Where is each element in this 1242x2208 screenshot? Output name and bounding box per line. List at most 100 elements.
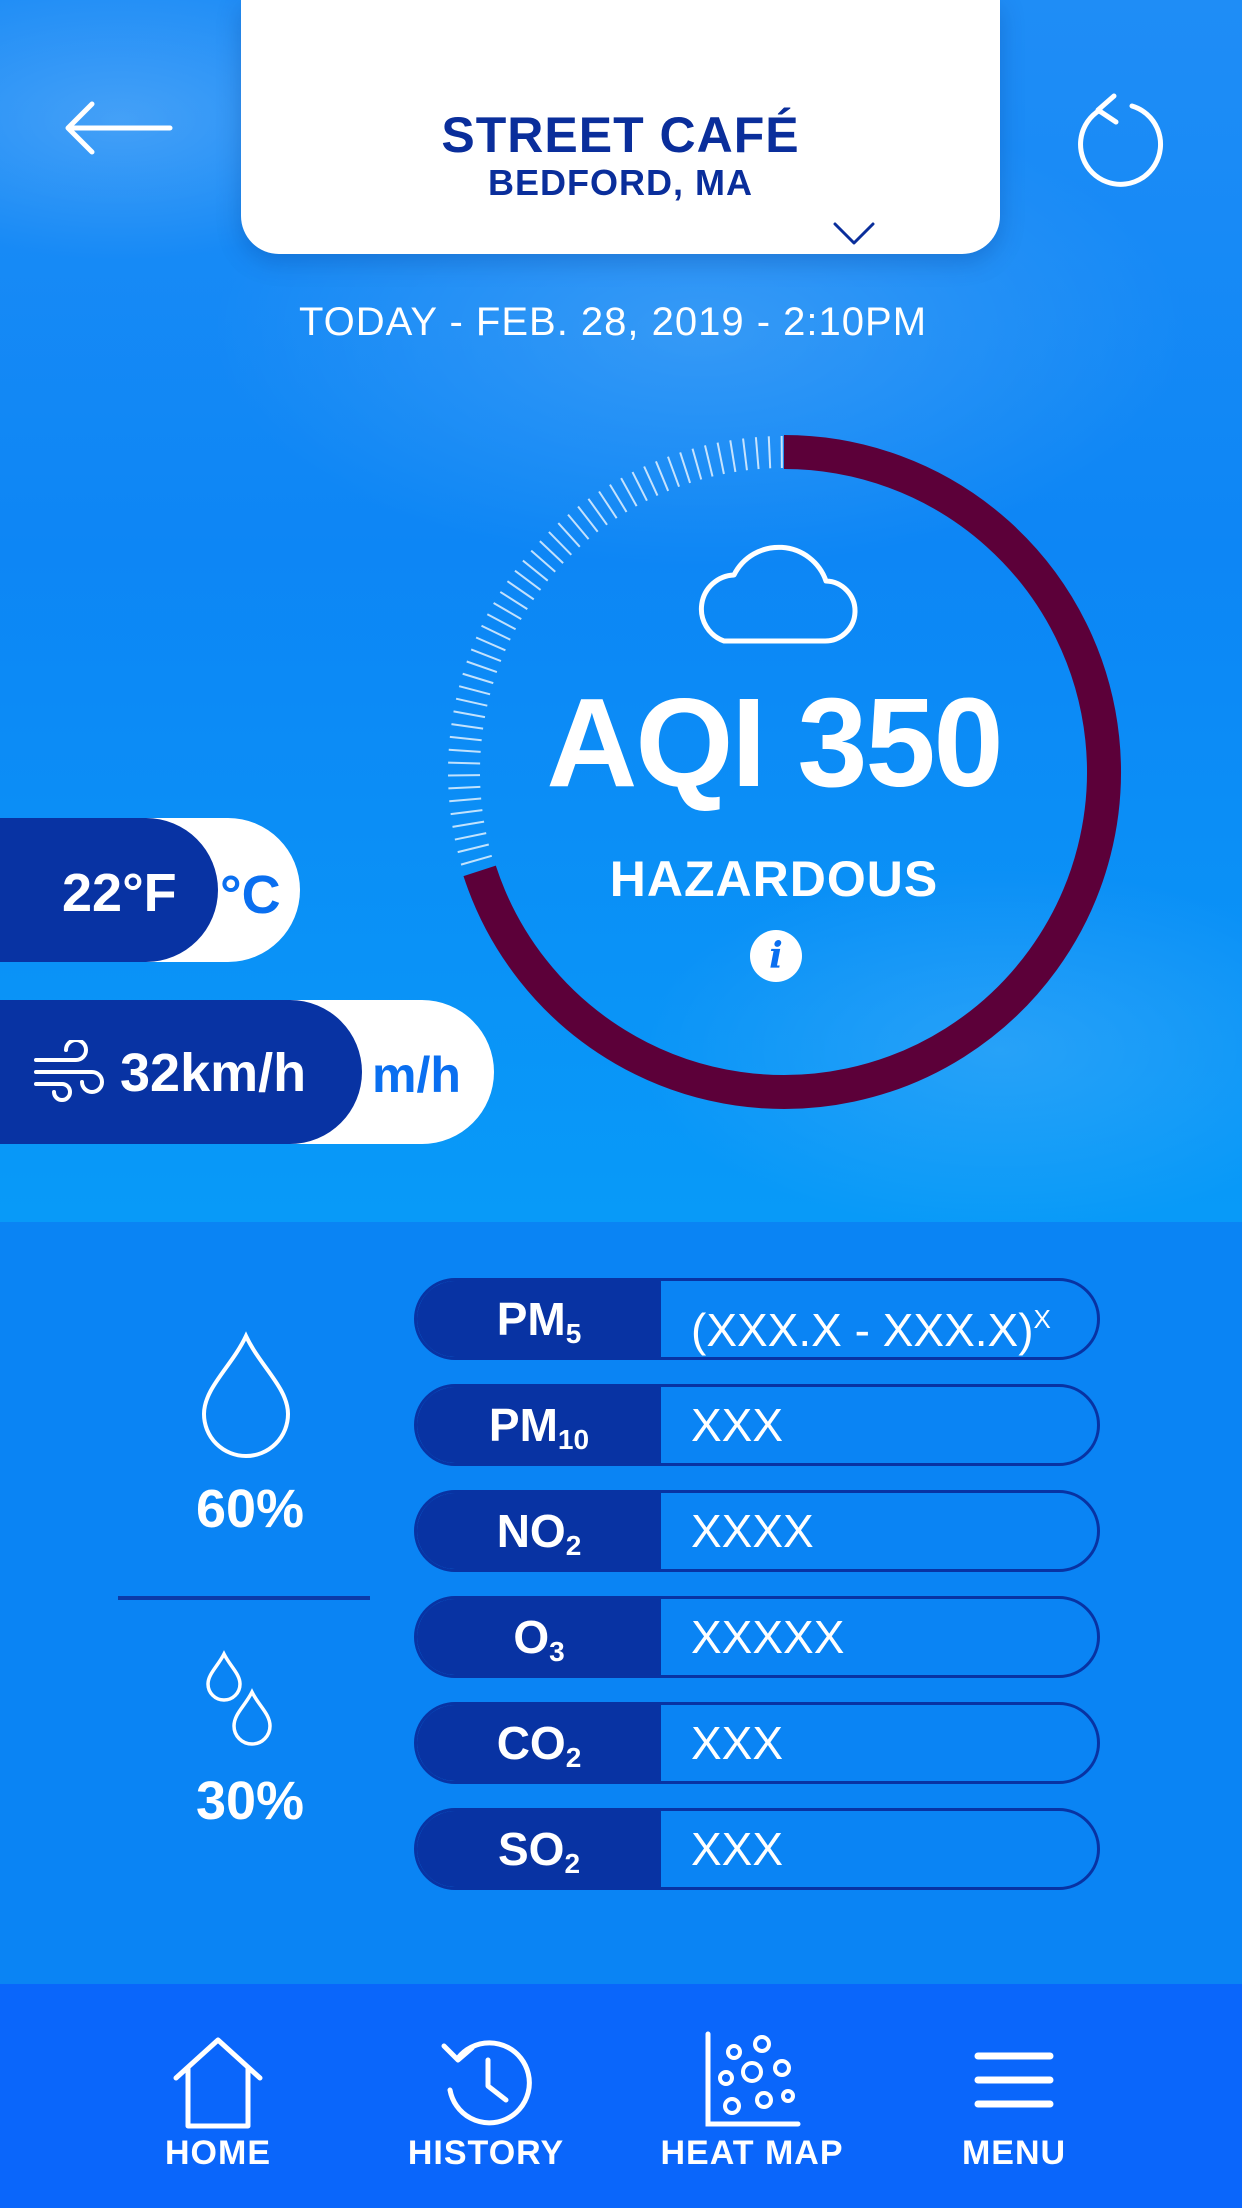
gauge-tick [548,531,573,556]
pollutant-value-text: XXX [691,1823,784,1875]
gauge-tick [514,569,542,591]
nav-heatmap[interactable]: HEAT MAP [642,1984,862,2208]
pollutant-subscript: 10 [557,1424,590,1455]
gauge-tick [577,505,599,533]
back-button[interactable] [58,88,178,168]
pollutant-name: PM5 [417,1281,661,1357]
pollutant-subscript: 2 [565,1742,582,1773]
gauge-tick [716,442,725,475]
gauge-tick [679,452,692,484]
pollutant-value: XXX [691,1387,783,1463]
nav-heatmap-label: HEAT MAP [660,2134,844,2172]
gauge-tick [481,624,511,641]
gauge-tick [691,448,703,480]
pollutant-row[interactable]: PM5 (XXX.X - XXX.X)X [414,1278,1100,1360]
gauge-tick [598,490,618,519]
wind-value: 32km/h [120,1043,307,1103]
humidity-value: 60% [195,1479,305,1539]
pollutant-value: XXX [691,1811,783,1887]
temperature-value-pill: 22°F [0,818,218,962]
info-icon[interactable]: i [750,930,802,982]
gauge-tick [454,832,487,841]
precipitation-drops-icon [206,1650,272,1746]
pollutant-value-text: XXXX [691,1505,814,1557]
pollutant-row[interactable]: CO2 XXX [414,1702,1100,1784]
pollutant-name: PM10 [417,1387,661,1463]
nav-home[interactable]: HOME [108,1984,328,2208]
pollutant-value-text: (XXX.X - XXX.X) [691,1304,1034,1356]
pollutant-value: (XXX.X - XXX.X)X [691,1281,1051,1357]
pollutant-superscript: X [1033,1304,1051,1334]
pollutant-subscript: 5 [565,1318,582,1349]
gauge-tick [767,436,772,469]
pollutant-symbol: O [513,1611,550,1663]
pollutant-name: CO2 [417,1705,661,1781]
gauge-tick [470,648,502,663]
pollutant-symbol: PM [488,1399,558,1451]
nav-home-label: HOME [165,2134,271,2172]
nav-menu[interactable]: MENU [904,1984,1124,2208]
gauge-tick [631,471,648,502]
divider [118,1596,370,1600]
pollutant-symbol: CO [496,1717,566,1769]
humidity-drop-icon [201,1331,291,1458]
wind-toggle[interactable]: 32km/h m/h [0,1000,494,1144]
pollutant-row[interactable]: PM10 XXX [414,1384,1100,1466]
temperature-alt-unit[interactable]: °C [220,864,281,926]
pollutant-row[interactable]: NO2 XXXX [414,1490,1100,1572]
menu-icon [974,2052,1054,2108]
gauge-tick [729,440,737,473]
pollutant-row[interactable]: O3 XXXXX [414,1596,1100,1678]
gauge-tick [620,477,638,507]
location-city: BEDFORD, MA [488,162,753,203]
location-name: STREET CAFÉ [441,107,800,163]
pollutant-name: NO2 [417,1493,661,1569]
temperature-value: 22°F [62,863,177,923]
pollutant-symbol: PM [496,1293,566,1345]
wind-value-pill: 32km/h [0,1000,362,1144]
pollutant-row[interactable]: SO2 XXX [414,1808,1100,1890]
location-selector[interactable]: STREET CAFÉ BEDFORD, MA [241,0,1000,254]
gauge-tick [486,613,517,631]
gauge-tick [539,540,564,564]
gauge-tick [499,591,528,610]
gauge-tick [587,498,608,526]
aqi-screen: STREET CAFÉ BEDFORD, MA TODAY - FEB. 28,… [0,0,1242,2208]
temperature-toggle[interactable]: 22°F °C [0,818,300,962]
gauge-tick [754,437,760,470]
gauge-tick [475,636,506,652]
aqi-level: HAZARDOUS [609,851,939,907]
wind-icon [34,1040,104,1102]
history-icon [441,2040,532,2126]
nav-history[interactable]: HISTORY [376,1984,596,2208]
pollutant-subscript: 2 [564,1848,581,1879]
pollutant-value: XXXXX [691,1599,844,1675]
wind-alt-unit[interactable]: m/h [372,1046,461,1104]
cloud-icon [698,544,858,644]
gauge-tick [609,484,628,513]
refresh-button[interactable] [1060,92,1170,202]
gauge-tick [522,559,549,582]
gauge-tick [667,456,680,488]
gauge-tick [557,522,581,548]
pollutant-name: SO2 [417,1811,661,1887]
heat-map-icon [705,2031,801,2127]
gauge-tick [655,460,670,492]
pollutant-subscript: 2 [565,1530,582,1561]
nav-menu-label: MENU [961,2134,1067,2172]
aqi-value: AQI 350 [546,672,1003,813]
pollutant-subscript: 3 [549,1636,565,1667]
chevron-down-icon [833,222,875,245]
gauge-tick [530,549,556,573]
gauge-tick [567,513,590,540]
pollutant-symbol: SO [497,1823,565,1875]
nav-history-label: HISTORY [407,2134,565,2172]
timestamp: TODAY - FEB. 28, 2019 - 2:10PM [298,300,928,344]
home-icon [173,2037,263,2129]
bottom-nav: HOME HISTORY HEAT MAP MENU [0,1984,1242,2208]
precipitation-value: 30% [195,1771,305,1831]
gauge-tick [452,820,485,828]
pollutant-symbol: NO [496,1505,566,1557]
gauge-tick [742,438,748,471]
refresh-icon [1078,93,1164,187]
